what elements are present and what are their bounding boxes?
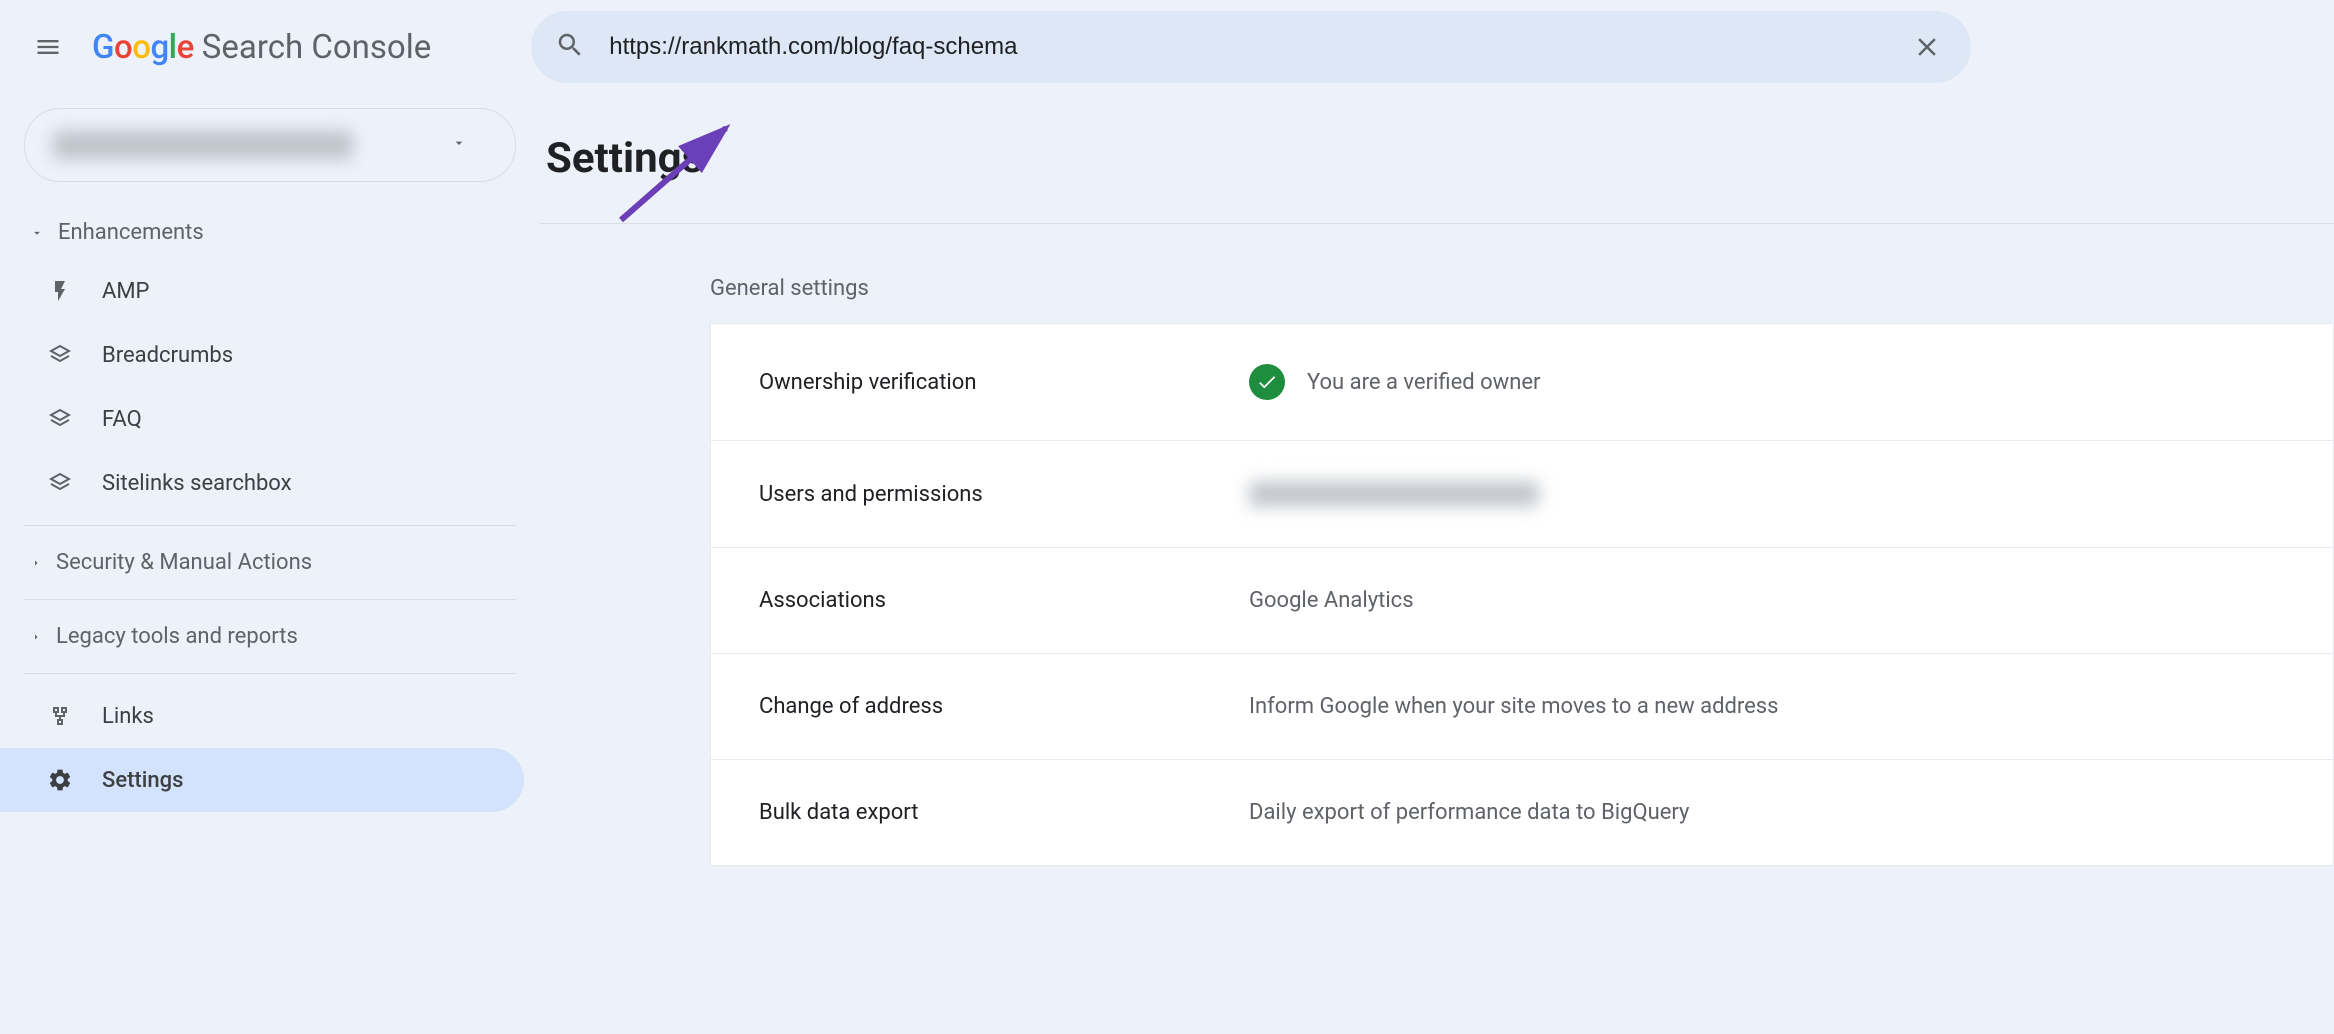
sidebar-item-label: FAQ [102, 407, 142, 432]
check-circle-icon [1249, 364, 1285, 400]
amp-icon [46, 277, 74, 305]
chevron-right-icon [30, 557, 42, 569]
hamburger-icon [34, 33, 62, 61]
header: Google Search Console [0, 0, 2334, 94]
sidebar-item-label: Breadcrumbs [102, 343, 233, 368]
settings-row-associations[interactable]: Associations Google Analytics [711, 548, 2333, 654]
main-content: Settings General settings Ownership veri… [540, 94, 2334, 866]
chevron-down-icon [451, 135, 467, 155]
sidebar-section-label: Legacy tools and reports [56, 624, 298, 649]
chevron-down-icon [30, 226, 44, 240]
property-name-redacted [53, 131, 353, 159]
layers-icon [46, 469, 74, 497]
chevron-right-icon [30, 631, 42, 643]
row-value-redacted [1249, 481, 1539, 507]
sidebar-section-legacy[interactable]: Legacy tools and reports [0, 610, 540, 663]
layers-icon [46, 405, 74, 433]
settings-row-ownership[interactable]: Ownership verification You are a verifie… [711, 324, 2333, 441]
row-label: Ownership verification [759, 370, 1249, 395]
url-inspection-input[interactable] [609, 33, 1883, 61]
close-icon [1912, 32, 1942, 62]
sidebar-section-enhancements[interactable]: Enhancements [0, 206, 540, 259]
property-selector[interactable] [24, 108, 516, 182]
gear-icon [46, 766, 74, 794]
settings-row-change-address[interactable]: Change of address Inform Google when you… [711, 654, 2333, 760]
settings-row-bulk-export[interactable]: Bulk data export Daily export of perform… [711, 760, 2333, 865]
page-title: Settings [540, 134, 2334, 224]
divider [24, 599, 516, 600]
sidebar-item-links[interactable]: Links [0, 684, 524, 748]
row-label: Change of address [759, 694, 1249, 719]
row-value-text: You are a verified owner [1307, 370, 1540, 395]
row-value-text: Inform Google when your site moves to a … [1249, 694, 1779, 719]
sidebar: Enhancements AMP Breadcrumbs FAQ Sitelin [0, 94, 540, 866]
row-value-text: Google Analytics [1249, 588, 1414, 613]
sidebar-item-faq[interactable]: FAQ [0, 387, 524, 451]
logo-area[interactable]: Google Search Console [92, 28, 431, 67]
sidebar-section-label: Enhancements [58, 220, 204, 245]
row-value-text: Daily export of performance data to BigQ… [1249, 800, 1689, 825]
url-inspection-search-bar[interactable] [531, 11, 1971, 83]
search-icon [555, 30, 585, 64]
divider [24, 673, 516, 674]
settings-row-users[interactable]: Users and permissions [711, 441, 2333, 548]
sidebar-item-breadcrumbs[interactable]: Breadcrumbs [0, 323, 524, 387]
product-name: Search Console [202, 28, 431, 67]
hamburger-menu-button[interactable] [24, 23, 72, 71]
sidebar-item-label: AMP [102, 279, 149, 304]
sidebar-section-label: Security & Manual Actions [56, 550, 312, 575]
row-value: You are a verified owner [1249, 364, 1540, 400]
layers-icon [46, 341, 74, 369]
google-logo: Google [92, 28, 194, 67]
sidebar-item-label: Links [102, 704, 154, 729]
divider [24, 525, 516, 526]
settings-card: Ownership verification You are a verifie… [710, 323, 2334, 866]
sidebar-item-sitelinks[interactable]: Sitelinks searchbox [0, 451, 524, 515]
row-label: Associations [759, 588, 1249, 613]
section-label-general: General settings [540, 224, 2334, 323]
row-value [1249, 481, 1539, 507]
sidebar-item-label: Settings [102, 768, 183, 793]
row-label: Users and permissions [759, 482, 1249, 507]
row-label: Bulk data export [759, 800, 1249, 825]
links-icon [46, 702, 74, 730]
sidebar-item-settings[interactable]: Settings [0, 748, 524, 812]
sidebar-item-amp[interactable]: AMP [0, 259, 524, 323]
sidebar-item-label: Sitelinks searchbox [102, 471, 292, 496]
sidebar-section-security[interactable]: Security & Manual Actions [0, 536, 540, 589]
clear-search-button[interactable] [1907, 27, 1947, 67]
